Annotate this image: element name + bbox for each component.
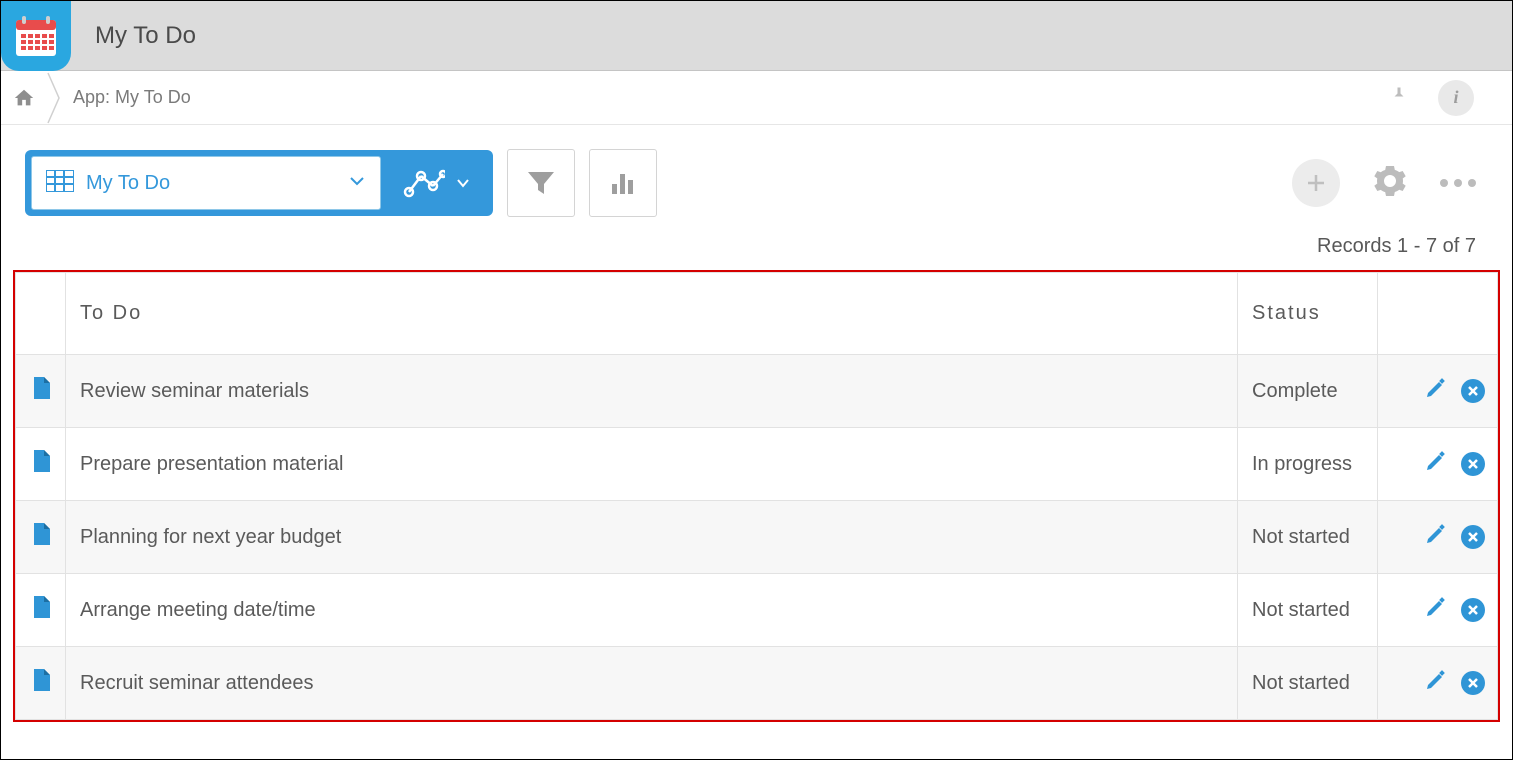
home-button[interactable] (1, 71, 47, 124)
info-icon: i (1453, 87, 1458, 108)
col-header-icon (16, 273, 66, 355)
edit-button[interactable] (1425, 669, 1447, 697)
dot-icon (1440, 179, 1448, 187)
table-row[interactable]: Planning for next year budgetNot started (16, 501, 1498, 574)
plus-icon (1305, 172, 1327, 194)
table-row[interactable]: Prepare presentation materialIn progress (16, 428, 1498, 501)
graph-view-button[interactable] (387, 156, 487, 210)
row-actions-cell (1378, 574, 1498, 647)
col-header-status[interactable]: Status (1238, 273, 1378, 355)
row-status-cell: Not started (1238, 647, 1378, 720)
bar-chart-icon (606, 166, 640, 200)
row-doc-icon-cell (16, 355, 66, 428)
records-count: Records 1 - 7 of 7 (1, 235, 1512, 270)
view-selector-label: My To Do (86, 172, 336, 195)
delete-button[interactable] (1461, 379, 1485, 403)
delete-button[interactable] (1461, 452, 1485, 476)
delete-button[interactable] (1461, 525, 1485, 549)
document-icon (32, 601, 50, 623)
breadcrumb-separator-icon (47, 71, 63, 125)
breadcrumb-text: App: My To Do (73, 87, 191, 108)
row-status-cell: In progress (1238, 428, 1378, 501)
col-header-actions (1378, 273, 1498, 355)
document-icon (32, 674, 50, 696)
row-doc-icon-cell (16, 574, 66, 647)
row-status-cell: Complete (1238, 355, 1378, 428)
records-table: To Do Status Review seminar materialsCom… (15, 272, 1498, 720)
row-todo-cell: Arrange meeting date/time (66, 574, 1238, 647)
app-icon-calendar (1, 1, 71, 71)
table-icon (46, 170, 74, 197)
funnel-icon (524, 166, 558, 200)
dot-icon (1468, 179, 1476, 187)
delete-button[interactable] (1461, 598, 1485, 622)
chevron-down-icon (348, 172, 366, 195)
dot-icon (1454, 179, 1462, 187)
records-table-wrap: To Do Status Review seminar materialsCom… (13, 270, 1500, 722)
edit-button[interactable] (1425, 523, 1447, 551)
row-todo-cell: Recruit seminar attendees (66, 647, 1238, 720)
app-header: My To Do (1, 1, 1512, 71)
edit-button[interactable] (1425, 596, 1447, 624)
row-todo-cell: Prepare presentation material (66, 428, 1238, 501)
row-actions-cell (1378, 501, 1498, 574)
row-actions-cell (1378, 355, 1498, 428)
document-icon (32, 382, 50, 404)
app-title: My To Do (95, 22, 196, 50)
edit-button[interactable] (1425, 377, 1447, 405)
info-button[interactable]: i (1438, 80, 1474, 116)
table-row[interactable]: Recruit seminar attendeesNot started (16, 647, 1498, 720)
row-actions-cell (1378, 428, 1498, 501)
filter-button[interactable] (507, 149, 575, 217)
row-actions-cell (1378, 647, 1498, 720)
view-group: My To Do (25, 150, 493, 216)
add-record-button[interactable] (1292, 159, 1340, 207)
row-status-cell: Not started (1238, 574, 1378, 647)
row-todo-cell: Planning for next year budget (66, 501, 1238, 574)
gear-icon (1374, 165, 1406, 197)
delete-button[interactable] (1461, 671, 1485, 695)
breadcrumb: App: My To Do i (1, 71, 1512, 125)
row-status-cell: Not started (1238, 501, 1378, 574)
row-doc-icon-cell (16, 501, 66, 574)
table-row[interactable]: Review seminar materialsComplete (16, 355, 1498, 428)
table-row[interactable]: Arrange meeting date/timeNot started (16, 574, 1498, 647)
row-todo-cell: Review seminar materials (66, 355, 1238, 428)
chart-button[interactable] (589, 149, 657, 217)
toolbar: My To Do (1, 125, 1512, 235)
edit-button[interactable] (1425, 450, 1447, 478)
col-header-todo[interactable]: To Do (66, 273, 1238, 355)
document-icon (32, 528, 50, 550)
row-doc-icon-cell (16, 647, 66, 720)
view-selector[interactable]: My To Do (31, 156, 381, 210)
settings-button[interactable] (1374, 165, 1406, 202)
document-icon (32, 455, 50, 477)
pin-button[interactable] (1390, 86, 1408, 109)
row-doc-icon-cell (16, 428, 66, 501)
more-button[interactable] (1440, 179, 1476, 187)
